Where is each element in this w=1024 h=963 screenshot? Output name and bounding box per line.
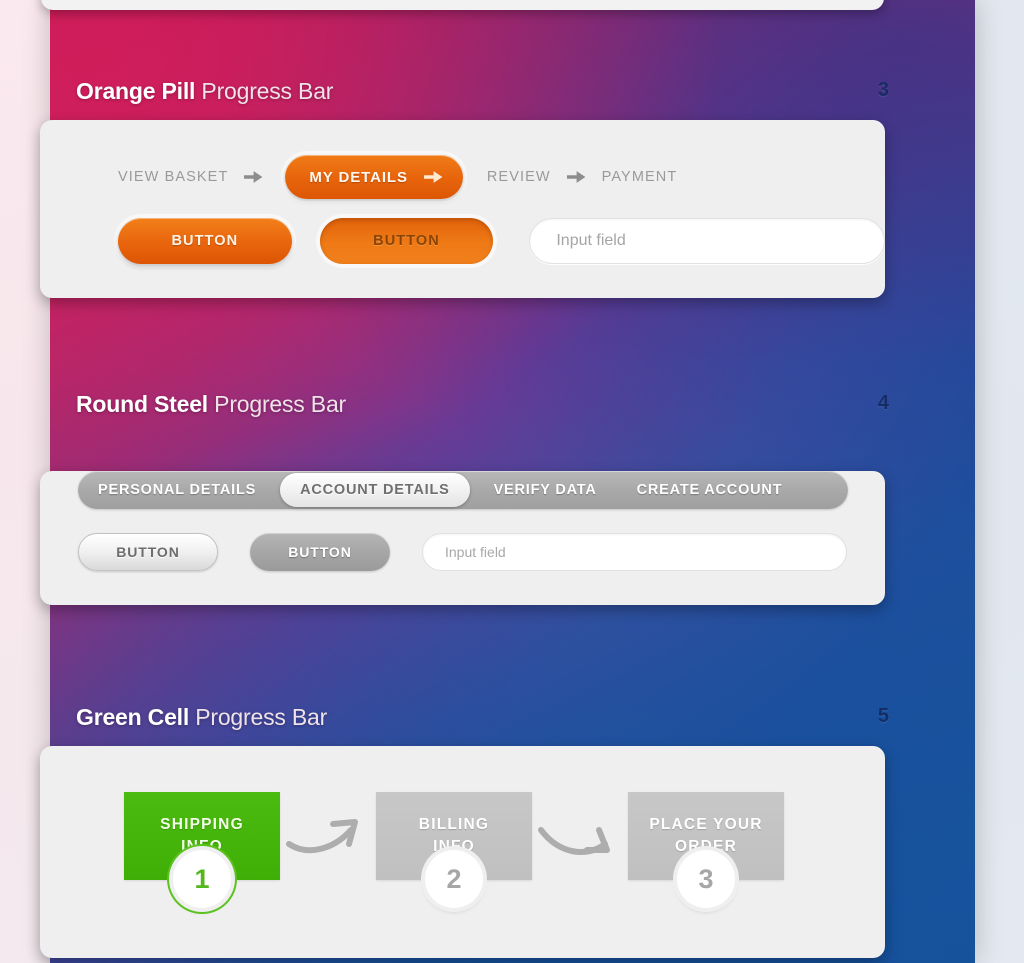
- section-header-orange: Orange Pill Progress Bar 3: [0, 78, 925, 120]
- step-payment[interactable]: PAYMENT: [602, 169, 678, 185]
- steel-controls-row: BUTTON BUTTON: [40, 509, 885, 605]
- orange-controls-row: BUTTON BUTTON: [40, 200, 885, 298]
- poster-page: Orange Pill Progress Bar 3 VIEW BASKET M…: [0, 0, 1024, 963]
- step-view-basket[interactable]: VIEW BASKET: [118, 169, 228, 185]
- section-number-orange: 3: [877, 79, 889, 101]
- section-title-green-bold: Green Cell: [76, 704, 190, 730]
- steel-step-verify-data[interactable]: VERIFY DATA: [474, 471, 617, 509]
- progress-bar-steel: PERSONAL DETAILS ACCOUNT DETAILS VERIFY …: [78, 471, 848, 509]
- curved-arrow-icon: [280, 792, 376, 880]
- section-round-steel: Round Steel Progress Bar 4 PERSONAL DETA…: [0, 391, 925, 605]
- section-title-orange-bold: Orange Pill: [76, 78, 196, 104]
- panel-orange-pill: VIEW BASKET MY DETAILS REVIEW PAYMENT BU…: [40, 120, 885, 298]
- orange-button-normal[interactable]: BUTTON: [118, 218, 292, 264]
- arrow-right-icon: [566, 170, 586, 184]
- steel-step-personal-details[interactable]: PERSONAL DETAILS: [78, 471, 276, 509]
- green-cell-badge-2: 2: [425, 850, 483, 908]
- curved-arrow-icon: [532, 792, 628, 880]
- steel-button-light[interactable]: BUTTON: [78, 533, 218, 571]
- previous-panel-stub: [41, 0, 884, 10]
- section-title-green-rest: Progress Bar: [189, 704, 328, 730]
- progress-bar-green: SHIPPING INFO 1 BILLING INFO 2 PLACE YOU…: [40, 746, 885, 952]
- section-green-cell: Green Cell Progress Bar 5 SHIPPING INFO …: [0, 704, 925, 958]
- section-header-green: Green Cell Progress Bar 5: [0, 704, 925, 746]
- poster-content: Orange Pill Progress Bar 3 VIEW BASKET M…: [0, 0, 925, 963]
- step-my-details-label: MY DETAILS: [309, 168, 408, 186]
- progress-bar-orange: VIEW BASKET MY DETAILS REVIEW PAYMENT: [40, 120, 885, 200]
- steel-button-dark[interactable]: BUTTON: [250, 533, 390, 571]
- steel-step-account-details[interactable]: ACCOUNT DETAILS: [280, 473, 470, 507]
- green-cell-badge-1: 1: [173, 850, 231, 908]
- green-cell-step-2[interactable]: BILLING INFO 2: [376, 792, 532, 908]
- arrow-right-icon: [423, 170, 443, 184]
- orange-button-pressed[interactable]: BUTTON: [319, 218, 494, 264]
- step-my-details[interactable]: MY DETAILS: [285, 155, 463, 199]
- panel-round-steel: PERSONAL DETAILS ACCOUNT DETAILS VERIFY …: [40, 471, 885, 605]
- panel-green-cell: SHIPPING INFO 1 BILLING INFO 2 PLACE YOU…: [40, 746, 885, 958]
- section-orange-pill: Orange Pill Progress Bar 3 VIEW BASKET M…: [0, 78, 925, 298]
- green-cell-step-1[interactable]: SHIPPING INFO 1: [124, 792, 280, 908]
- section-title-orange: Orange Pill Progress Bar: [76, 78, 333, 105]
- section-number-steel: 4: [877, 392, 889, 414]
- green-cell-2-line1: BILLING: [418, 816, 490, 833]
- green-cell-3-line1: PLACE YOUR: [649, 816, 763, 833]
- green-cell-step-3[interactable]: PLACE YOUR ORDER 3: [628, 792, 784, 908]
- steel-step-create-account[interactable]: CREATE ACCOUNT: [617, 471, 803, 509]
- steel-input-field[interactable]: [422, 533, 847, 571]
- section-number-green: 5: [877, 705, 889, 727]
- arrow-right-icon: [244, 170, 263, 184]
- page-gutter-right: [975, 0, 1024, 963]
- section-header-steel: Round Steel Progress Bar 4: [0, 391, 925, 433]
- orange-input-field[interactable]: [529, 218, 885, 264]
- step-review[interactable]: REVIEW: [487, 169, 551, 185]
- section-title-steel-bold: Round Steel: [76, 391, 208, 417]
- green-cell-1-line1: SHIPPING: [160, 816, 244, 833]
- section-title-steel-rest: Progress Bar: [207, 391, 346, 417]
- section-title-steel: Round Steel Progress Bar: [76, 391, 346, 418]
- green-cell-badge-3: 3: [677, 850, 735, 908]
- section-title-orange-rest: Progress Bar: [195, 78, 334, 104]
- section-title-green: Green Cell Progress Bar: [76, 704, 327, 731]
